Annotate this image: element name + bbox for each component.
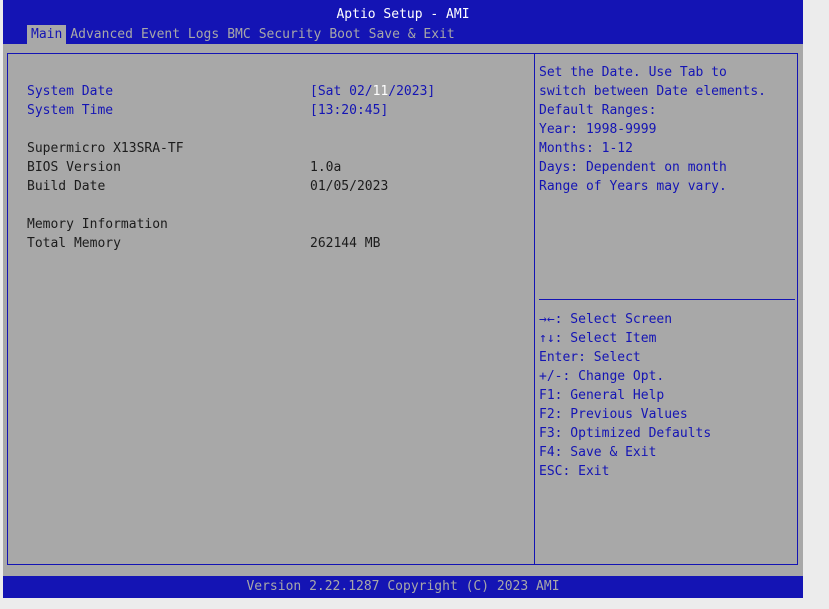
tab-main[interactable]: Main [27,25,67,44]
tab-event-logs[interactable]: Event Logs [137,25,223,44]
key-hint-save-exit: F4: Save & Exit [539,445,657,460]
build-date-value: 01/05/2023 [310,179,389,194]
system-date-suffix: /2023] [388,84,436,99]
build-date-label: Build Date [27,179,106,194]
key-hint-select-item: ↑↓: Select Item [539,331,657,346]
help-line: Months: 1-12 [539,141,633,156]
tab-boot[interactable]: Boot [325,25,364,44]
board-name: Supermicro X13SRA-TF [27,141,184,156]
bios-screen: Aptio Setup - AMI Main Advanced Event Lo… [3,0,803,598]
key-hint-general-help: F1: General Help [539,388,665,403]
system-date-day-field[interactable]: 11 [373,84,389,99]
key-hint-enter: Enter: Select [539,350,641,365]
tab-bmc[interactable]: BMC [223,25,254,44]
menu-tabs: Main Advanced Event Logs BMC Security Bo… [27,25,459,44]
help-line: Year: 1998-9999 [539,122,657,137]
system-time-label[interactable]: System Time [27,101,113,120]
system-time-value[interactable]: [13:20:45] [310,101,388,120]
tab-security[interactable]: Security [255,25,326,44]
footer-bar: Version 2.22.1287 Copyright (C) 2023 AMI [3,576,803,598]
system-date-prefix: [Sat 02/ [310,84,373,99]
key-hint-previous-values: F2: Previous Values [539,407,688,422]
help-line: switch between Date elements. [539,84,766,99]
key-hint-esc-exit: ESC: Exit [539,464,610,479]
system-date-value[interactable]: [Sat 02/11/2023] [310,82,435,101]
total-memory-label: Total Memory [27,236,121,251]
key-hint-select-screen: →←: Select Screen [539,312,673,327]
system-date-label[interactable]: System Date [27,82,113,101]
help-divider-horizontal [539,299,795,300]
help-line: Days: Dependent on month [539,160,727,175]
key-hint-change-opt: +/-: Change Opt. [539,369,665,384]
panel-divider-vertical [534,53,535,565]
title-bar: Aptio Setup - AMI Main Advanced Event Lo… [3,0,803,44]
help-line: Range of Years may vary. [539,179,727,194]
bios-version-value: 1.0a [310,160,342,175]
version-copyright: Version 2.22.1287 Copyright (C) 2023 AMI [246,579,560,594]
help-line: Default Ranges: [539,103,657,118]
key-hint-optimized-defaults: F3: Optimized Defaults [539,426,712,441]
bios-version-label: BIOS Version [27,160,121,175]
main-panel [7,53,798,565]
memory-info-heading: Memory Information [27,217,168,232]
window-title: Aptio Setup - AMI [336,7,470,22]
total-memory-value: 262144 MB [310,236,381,251]
tab-save-exit[interactable]: Save & Exit [365,25,459,44]
tab-advanced[interactable]: Advanced [66,25,137,44]
help-line: Set the Date. Use Tab to [539,65,727,80]
